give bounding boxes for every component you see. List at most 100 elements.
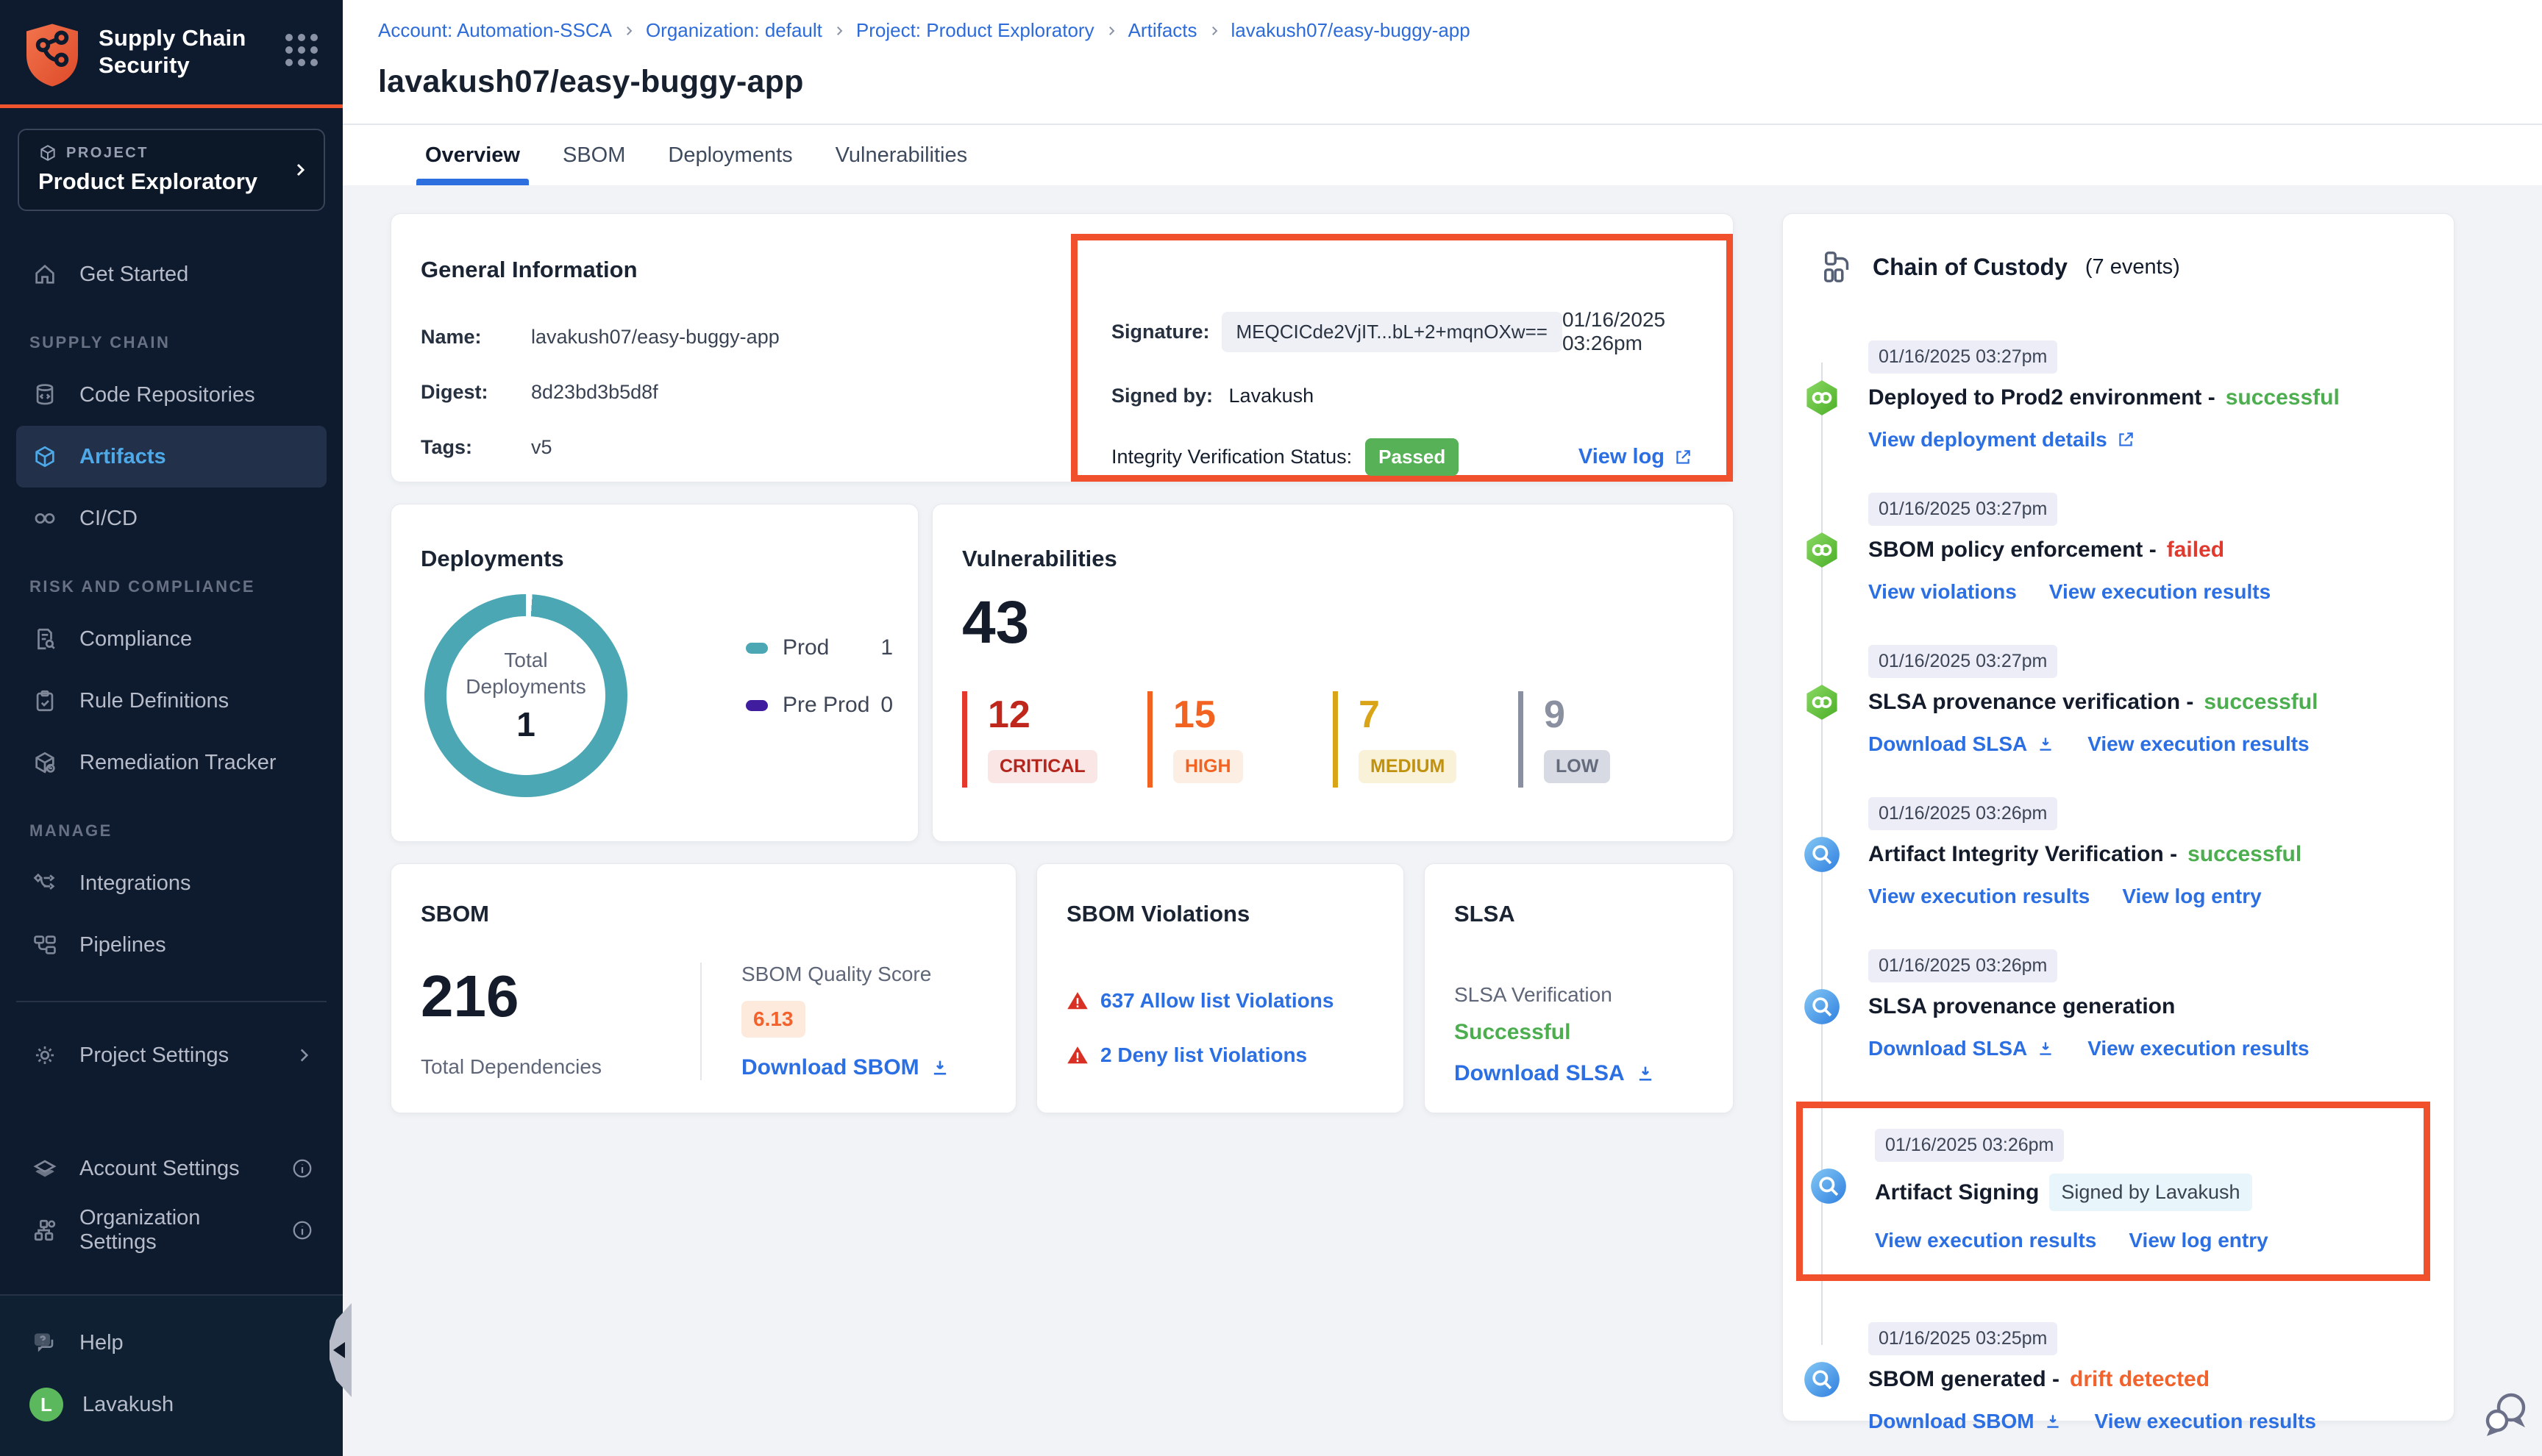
section-label-risk: RISK AND COMPLIANCE bbox=[16, 549, 327, 608]
deny-list-violations-link[interactable]: 2 Deny list Violations bbox=[1067, 1043, 1374, 1067]
sbom-quality-score: 6.13 bbox=[741, 1001, 805, 1038]
breadcrumb-artifacts[interactable]: Artifacts bbox=[1128, 19, 1197, 42]
view-log-link[interactable]: View log bbox=[1578, 445, 1692, 469]
view-execution-results-link[interactable]: View execution results bbox=[2095, 1410, 2316, 1433]
document-search-icon bbox=[29, 627, 60, 652]
event-title: SBOM generated - bbox=[1868, 1367, 2059, 1392]
sidebar-item-compliance[interactable]: Compliance bbox=[16, 608, 327, 670]
view-deployment-details-link[interactable]: View deployment details bbox=[1868, 428, 2135, 452]
event-timestamp: 01/16/2025 03:26pm bbox=[1868, 797, 2057, 830]
event-status: successful bbox=[2226, 385, 2340, 410]
download-icon bbox=[930, 1057, 950, 1078]
allow-list-violations-link[interactable]: 637 Allow list Violations bbox=[1067, 989, 1374, 1013]
event-status: successful bbox=[2187, 842, 2301, 867]
sidebar-item-get-started[interactable]: Get Started bbox=[16, 243, 327, 305]
general-information-card: General Information Name: lavakush07/eas… bbox=[391, 213, 1734, 482]
download-sbom-link[interactable]: Download SBOM bbox=[1868, 1410, 2062, 1433]
app-switcher-grid-icon[interactable] bbox=[285, 22, 318, 66]
user-menu[interactable]: L Lavakush bbox=[16, 1374, 327, 1435]
breadcrumb-current[interactable]: lavakush07/easy-buggy-app bbox=[1231, 19, 1470, 42]
deployments-title: Deployments bbox=[421, 546, 889, 572]
sidebar-item-account-settings[interactable]: Account Settings bbox=[16, 1138, 327, 1199]
signed-by-pill: Signed by Lavakush bbox=[2049, 1174, 2251, 1211]
artifact-cube-icon bbox=[29, 444, 60, 469]
event-timestamp: 01/16/2025 03:27pm bbox=[1868, 493, 2057, 526]
view-execution-results-link[interactable]: View execution results bbox=[1868, 885, 2090, 908]
event-title: Artifact Signing bbox=[1875, 1180, 2039, 1205]
info-icon[interactable] bbox=[291, 1219, 313, 1241]
breadcrumb-project[interactable]: Project: Product Exploratory bbox=[856, 19, 1094, 42]
chat-feedback-widget[interactable] bbox=[2483, 1390, 2530, 1443]
chain-of-custody-count: (7 events) bbox=[2085, 255, 2180, 279]
event-title: SLSA provenance verification - bbox=[1868, 690, 2193, 715]
artifact-digest-value: 8d23bd3b5d8f bbox=[531, 381, 658, 404]
artifact-signing-highlight-box: 01/16/2025 03:26pm Artifact Signing Sign… bbox=[1796, 1102, 2430, 1281]
event-status: drift detected bbox=[2070, 1367, 2210, 1392]
severity-badge-medium: MEDIUM bbox=[1359, 750, 1456, 783]
sidebar-item-pipelines[interactable]: Pipelines bbox=[16, 914, 327, 976]
deployments-card: Deployments Total Deployments 1 Prod 1 bbox=[391, 504, 919, 842]
content-area: General Information Name: lavakush07/eas… bbox=[343, 185, 2542, 1456]
sidebar-item-cicd[interactable]: CI/CD bbox=[16, 488, 327, 549]
sidebar-item-integrations[interactable]: Integrations bbox=[16, 852, 327, 914]
view-execution-results-link[interactable]: View execution results bbox=[2049, 580, 2271, 604]
tab-overview[interactable]: Overview bbox=[425, 125, 520, 185]
breadcrumb-organization[interactable]: Organization: default bbox=[646, 19, 822, 42]
integrations-share-icon bbox=[29, 871, 60, 896]
timeline-event-sbom-policy: 01/16/2025 03:27pm SBOM policy enforceme… bbox=[1783, 493, 2429, 604]
vertical-divider bbox=[700, 963, 702, 1080]
app-title: Supply Chain Security bbox=[99, 22, 269, 79]
legend-item-prod: Prod 1 bbox=[746, 635, 893, 660]
view-log-entry-link[interactable]: View log entry bbox=[2129, 1229, 2268, 1252]
infinity-icon bbox=[29, 506, 60, 531]
vulnerabilities-title: Vulnerabilities bbox=[962, 546, 1703, 572]
external-link-icon bbox=[2116, 430, 2135, 449]
view-execution-results-link[interactable]: View execution results bbox=[2087, 1037, 2309, 1060]
project-selector[interactable]: PROJECT Product Exploratory bbox=[18, 129, 325, 211]
section-label-manage: MANAGE bbox=[16, 793, 327, 852]
tab-deployments[interactable]: Deployments bbox=[668, 125, 792, 185]
view-violations-link[interactable]: View violations bbox=[1868, 580, 2017, 604]
legend-item-preprod: Pre Prod 0 bbox=[746, 693, 893, 718]
warning-icon bbox=[1067, 990, 1089, 1012]
project-label: PROJECT bbox=[66, 145, 149, 162]
view-execution-results-link[interactable]: View execution results bbox=[2087, 732, 2309, 756]
event-status: failed bbox=[2167, 538, 2224, 563]
view-execution-results-link[interactable]: View execution results bbox=[1875, 1229, 2096, 1252]
download-icon bbox=[1635, 1063, 1656, 1084]
download-slsa-link[interactable]: Download SLSA bbox=[1868, 732, 2055, 756]
download-sbom-link[interactable]: Download SBOM bbox=[741, 1055, 950, 1080]
slsa-title: SLSA bbox=[1454, 901, 1703, 927]
sidebar-item-rule-definitions[interactable]: Rule Definitions bbox=[16, 670, 327, 732]
download-slsa-link[interactable]: Download SLSA bbox=[1454, 1061, 1703, 1086]
sidebar-item-organization-settings[interactable]: Organization Settings bbox=[16, 1199, 327, 1261]
severity-badge-critical: CRITICAL bbox=[988, 750, 1097, 783]
policy-enforcement-icon bbox=[1803, 531, 1841, 569]
tab-sbom[interactable]: SBOM bbox=[563, 125, 625, 185]
event-timestamp: 01/16/2025 03:26pm bbox=[1875, 1129, 2064, 1162]
signature-highlight-box: Signature: MEQCICde2VjIT...bL+2+mqnOXw==… bbox=[1071, 234, 1733, 482]
breadcrumb: Account: Automation-SSCA Organization: d… bbox=[378, 19, 2542, 42]
tab-vulnerabilities[interactable]: Vulnerabilities bbox=[836, 125, 967, 185]
sidebar-item-remediation-tracker[interactable]: Remediation Tracker bbox=[16, 732, 327, 793]
chain-of-custody-icon bbox=[1821, 249, 1855, 285]
sidebar-item-artifacts[interactable]: Artifacts bbox=[16, 426, 327, 488]
chevron-right-icon bbox=[294, 1046, 313, 1065]
download-slsa-link[interactable]: Download SLSA bbox=[1868, 1037, 2055, 1060]
section-label-supply-chain: SUPPLY CHAIN bbox=[16, 305, 327, 364]
event-title: SLSA provenance generation bbox=[1868, 994, 2175, 1019]
warning-icon bbox=[1067, 1044, 1089, 1066]
deploy-success-icon bbox=[1803, 379, 1841, 417]
user-name: Lavakush bbox=[82, 1393, 174, 1417]
sidebar-item-project-settings[interactable]: Project Settings bbox=[16, 1024, 327, 1086]
slsa-generation-icon bbox=[1803, 988, 1841, 1026]
vulnerabilities-total: 43 bbox=[962, 588, 1703, 657]
brand-accent-divider bbox=[0, 104, 343, 108]
preprod-count: 0 bbox=[880, 693, 893, 718]
breadcrumb-account[interactable]: Account: Automation-SSCA bbox=[378, 19, 612, 42]
view-log-entry-link[interactable]: View log entry bbox=[2122, 885, 2261, 908]
sidebar-item-code-repositories[interactable]: Code Repositories bbox=[16, 364, 327, 426]
critical-stat: 12 CRITICAL bbox=[962, 691, 1147, 788]
sidebar-item-help[interactable]: Help bbox=[16, 1312, 327, 1374]
info-icon[interactable] bbox=[291, 1157, 313, 1180]
